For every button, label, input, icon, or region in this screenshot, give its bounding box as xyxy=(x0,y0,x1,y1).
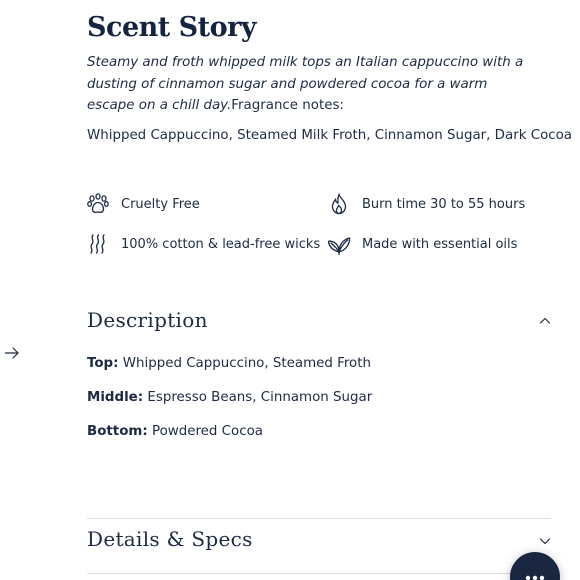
feature-label: Made with essential oils xyxy=(362,236,518,252)
specs-accordion-header[interactable]: Details & Specs xyxy=(87,527,253,551)
feature-burn-time: Burn time 30 to 55 hours xyxy=(327,192,525,216)
notes-value: Powdered Cocoa xyxy=(151,424,263,439)
feature-essential-oils: Made with essential oils xyxy=(327,232,517,256)
feature-cotton-wicks: 100% cotton & lead-free wicks xyxy=(86,232,320,256)
divider xyxy=(87,573,551,574)
scent-story-text: Steamy and froth whipped milk tops an It… xyxy=(87,52,527,117)
notes-key: Bottom: xyxy=(87,424,148,439)
chat-button[interactable] xyxy=(510,552,560,580)
notes-row-middle: Middle: Espresso Beans, Cinnamon Sugar xyxy=(87,390,372,405)
notes-value: Espresso Beans, Cinnamon Sugar xyxy=(147,390,373,405)
notes-key: Middle: xyxy=(87,390,144,405)
flame-icon xyxy=(327,192,351,216)
chevron-up-icon[interactable] xyxy=(538,316,552,326)
feature-label: Cruelty Free xyxy=(121,196,200,212)
arrow-right-icon[interactable] xyxy=(4,346,20,360)
notes-value: Whipped Cappuccino, Steamed Froth xyxy=(122,356,371,371)
scent-story-title: Scent Story xyxy=(87,12,257,43)
fragrance-notes-list: Whipped Cappuccino, Steamed Milk Froth, … xyxy=(87,128,573,143)
description-accordion-header[interactable]: Description xyxy=(87,308,208,332)
leaf-icon xyxy=(327,232,351,256)
divider xyxy=(87,518,551,519)
paw-icon xyxy=(86,192,110,216)
notes-row-bottom: Bottom: Powdered Cocoa xyxy=(87,424,263,439)
notes-row-top: Top: Whipped Cappuccino, Steamed Froth xyxy=(87,356,371,371)
chevron-down-icon[interactable] xyxy=(538,536,552,546)
wavy-lines-icon xyxy=(86,232,110,256)
feature-cruelty-free: Cruelty Free xyxy=(86,192,200,216)
feature-label: Burn time 30 to 55 hours xyxy=(362,196,526,212)
feature-label: 100% cotton & lead-free wicks xyxy=(121,236,321,252)
chat-dots-icon xyxy=(525,575,545,580)
fragrance-notes-label: Fragrance notes: xyxy=(231,98,344,113)
notes-key: Top: xyxy=(87,356,119,371)
